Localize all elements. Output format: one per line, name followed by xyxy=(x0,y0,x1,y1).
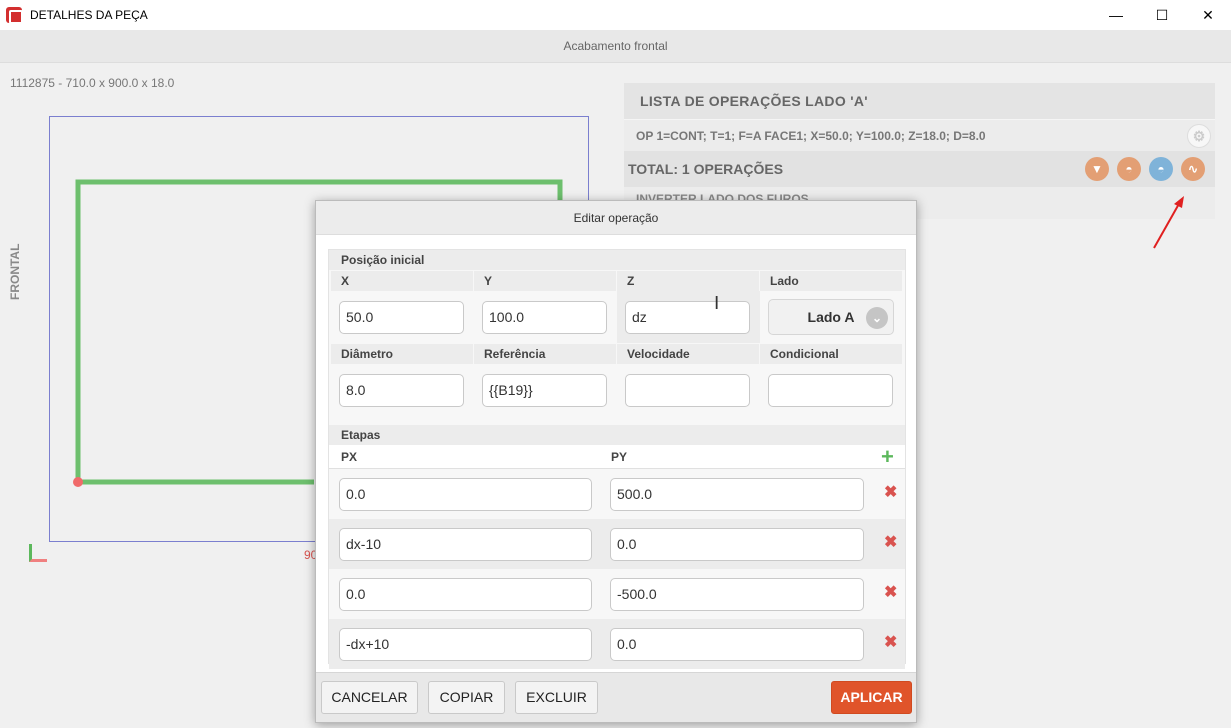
x-label: X xyxy=(331,271,473,291)
step-px-input[interactable]: dx-10 xyxy=(339,528,592,561)
z-label: Z xyxy=(617,271,759,291)
side-select-value: Lado A xyxy=(807,309,855,325)
tool-icons: ▼ ◓ ◓ ∿ xyxy=(1085,157,1205,181)
red-arrow-icon xyxy=(1153,196,1184,249)
y-label: Y xyxy=(474,271,616,291)
window-title: DETALHES DA PEÇA xyxy=(30,8,148,22)
step-px-input[interactable]: 0.0 xyxy=(339,478,592,511)
axis-origin-icon xyxy=(29,544,47,562)
y-input[interactable]: 100.0 xyxy=(482,300,607,334)
minimize-button[interactable]: — xyxy=(1093,0,1139,30)
delete-step-icon[interactable]: ✖ xyxy=(884,482,897,502)
side-label-field: Lado xyxy=(760,271,902,291)
close-button[interactable]: ✕ xyxy=(1185,0,1231,30)
cancel-button[interactable]: CANCELAR xyxy=(321,681,418,714)
app-logo-icon xyxy=(6,7,23,24)
dialog-body: Posição inicial X Y Z Lado 50.0 100.0 dz… xyxy=(328,249,906,669)
initial-position-grid: X Y Z Lado 50.0 100.0 dz Lado A ⌄ Diâmet… xyxy=(329,270,905,416)
operation-row[interactable]: OP 1=CONT; T=1; F=A FACE1; X=50.0; Y=100… xyxy=(624,119,1215,151)
py-column-header: PY xyxy=(611,449,628,464)
piece-dimensions: 1112875 - 710.0 x 900.0 x 18.0 xyxy=(10,76,175,90)
step-py-input[interactable]: 0.0 xyxy=(610,528,864,561)
step-px-input[interactable]: -dx+10 xyxy=(339,628,592,661)
chevron-down-icon: ⌄ xyxy=(866,307,888,329)
delete-button[interactable]: EXCLUIR xyxy=(515,681,598,714)
step-row: -dx+10 0.0 ✖ xyxy=(329,619,905,669)
window-titlebar: DETALHES DA PEÇA — ☐ ✕ xyxy=(0,0,1231,30)
apply-button[interactable]: APLICAR xyxy=(831,681,912,714)
route-icon[interactable]: ∿ xyxy=(1181,157,1205,181)
reference-label: Referência xyxy=(474,344,616,364)
diameter-label: Diâmetro xyxy=(331,344,473,364)
text-cursor-icon: I xyxy=(714,293,720,314)
steps-header: PX PY + xyxy=(329,445,905,469)
copy-button[interactable]: COPIAR xyxy=(428,681,505,714)
maximize-button[interactable]: ☐ xyxy=(1139,0,1185,30)
operations-title: LISTA DE OPERAÇÕES LADO 'A' xyxy=(624,83,1215,119)
gear-icon[interactable]: ⚙ xyxy=(1187,124,1211,148)
speed-label: Velocidade xyxy=(617,344,759,364)
step-px-input[interactable]: 0.0 xyxy=(339,578,592,611)
x-input[interactable]: 50.0 xyxy=(339,300,464,334)
saw-blue-icon[interactable]: ◓ xyxy=(1149,157,1173,181)
delete-step-icon[interactable]: ✖ xyxy=(884,632,897,652)
window-controls: — ☐ ✕ xyxy=(1093,0,1231,30)
add-step-icon[interactable]: + xyxy=(881,446,894,468)
conditional-label: Condicional xyxy=(760,344,902,364)
page-header: Acabamento frontal xyxy=(0,30,1231,63)
diameter-input[interactable]: 8.0 xyxy=(339,373,464,407)
step-py-input[interactable]: -500.0 xyxy=(610,578,864,611)
step-py-input[interactable]: 0.0 xyxy=(610,628,864,661)
delete-step-icon[interactable]: ✖ xyxy=(884,582,897,602)
delete-step-icon[interactable]: ✖ xyxy=(884,532,897,552)
speed-input[interactable] xyxy=(625,373,750,407)
start-point xyxy=(73,477,83,487)
z-input[interactable]: dz xyxy=(625,300,750,334)
drill-icon[interactable]: ▼ xyxy=(1085,157,1109,181)
px-column-header: PX xyxy=(341,449,358,464)
side-select[interactable]: Lado A ⌄ xyxy=(768,299,894,335)
dialog-footer: CANCELAR COPIAR EXCLUIR APLICAR xyxy=(316,672,916,722)
operations-total: TOTAL: 1 OPERAÇÕES ▼ ◓ ◓ ∿ xyxy=(624,151,1215,187)
conditional-input[interactable] xyxy=(768,373,893,407)
step-row: 0.0 -500.0 ✖ xyxy=(329,569,905,619)
step-row: 0.0 500.0 ✖ xyxy=(329,469,905,519)
edit-operation-dialog: Editar operação Posição inicial X Y Z La… xyxy=(315,200,917,723)
operations-panel: LISTA DE OPERAÇÕES LADO 'A' OP 1=CONT; T… xyxy=(624,83,1215,219)
operation-text: OP 1=CONT; T=1; F=A FACE1; X=50.0; Y=100… xyxy=(636,129,986,143)
step-row: dx-10 0.0 ✖ xyxy=(329,519,905,569)
step-py-input[interactable]: 500.0 xyxy=(610,478,864,511)
dialog-title: Editar operação xyxy=(316,201,916,235)
side-label: FRONTAL xyxy=(8,243,22,300)
initial-position-section: Posição inicial xyxy=(329,250,905,270)
saw-icon[interactable]: ◓ xyxy=(1117,157,1141,181)
reference-input[interactable]: {{B19}} xyxy=(482,373,607,407)
total-text: TOTAL: 1 OPERAÇÕES xyxy=(628,161,784,177)
steps-section: Etapas xyxy=(329,425,905,445)
